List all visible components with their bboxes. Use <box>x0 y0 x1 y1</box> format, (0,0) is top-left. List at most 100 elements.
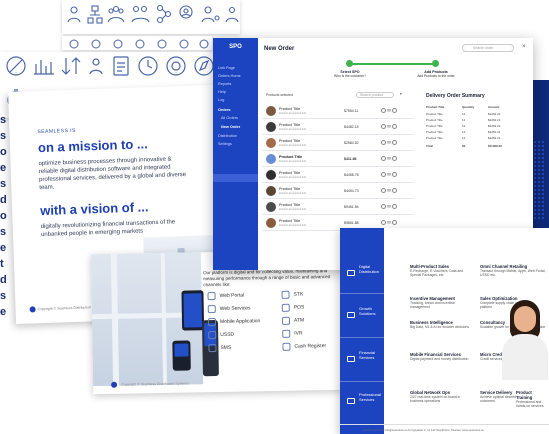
compass-icon <box>194 56 214 76</box>
handshake-icon <box>131 5 150 23</box>
sidebar-item-orders[interactable]: Orders <box>218 108 230 112</box>
sidebar-active-highlight <box>213 174 258 182</box>
quantity-stepper[interactable]: 00 <box>380 156 398 161</box>
channel-ivr: IVR <box>282 329 303 338</box>
user-gear-icon <box>201 6 220 23</box>
product-thumbnail <box>266 218 276 228</box>
feature-phone <box>172 340 191 371</box>
table-row[interactable]: Product Title Product description info $44… <box>262 167 414 183</box>
summary-title: Delivery Order Summary <box>426 93 485 99</box>
mission-body: optimize business processes through inno… <box>38 156 187 192</box>
people-icons-row <box>67 4 239 24</box>
icon-grid-middle <box>62 36 212 50</box>
service-cell: Omni Channel Retailing Transact through M… <box>480 264 546 278</box>
icon-grid-top <box>62 0 240 34</box>
person-photo <box>496 296 549 380</box>
pos-icon <box>281 303 290 312</box>
vision-heading: with a vision of ... <box>39 199 149 219</box>
product-thumbnail <box>266 186 276 196</box>
channel-web-services: Web Services <box>207 304 251 314</box>
collage-stage: 31 s s o e s d o s e t d s e SEAMLESS IS… <box>0 0 549 434</box>
footer-logo-icon <box>29 306 36 313</box>
services-footer: +46 8 5 xxx xx 77 info@seamless.se Kungs… <box>340 424 549 434</box>
category-professional-services: Professional Services <box>340 382 384 422</box>
quantity-stepper[interactable]: 00 <box>380 204 398 209</box>
table-row[interactable]: Product Title Product description info $44… <box>262 183 414 199</box>
table-row[interactable]: Product Title Product description info $41… <box>262 151 414 167</box>
quantity-stepper[interactable]: 00 <box>380 108 398 113</box>
filter-icon[interactable]: ▾ <box>400 92 402 96</box>
channel-ussd: USSD <box>208 331 234 340</box>
channel-mobile-app: Mobile Application <box>207 317 260 327</box>
mobile-icon <box>207 318 217 327</box>
mission-heading: on a mission to ... <box>37 136 148 156</box>
table-row[interactable]: Product Title Product description info $25… <box>262 135 414 151</box>
org-chart-icon <box>87 5 103 24</box>
service-cell: Multi-Product Sales E-Recharge, E-Voucher… <box>410 264 464 278</box>
bar-chart-icon <box>34 60 54 75</box>
user-chart-icon <box>89 58 103 75</box>
channel-stk: STK <box>281 290 303 299</box>
service-cell: Product Training Professional and hands-o… <box>516 390 544 409</box>
mission-brand: SEAMLESS IS <box>37 127 77 136</box>
channel-cash-register: Cash Register <box>282 342 326 351</box>
channel-pos: POS <box>281 303 305 312</box>
distribution-icon <box>347 270 355 276</box>
step-active-icon[interactable] <box>432 60 439 67</box>
category-financial-services: Financial Services <box>340 338 384 382</box>
quantity-stepper[interactable]: 00 <box>380 172 398 177</box>
table-row[interactable]: Product Title Product description info $44… <box>262 119 414 135</box>
letter: t <box>0 258 4 270</box>
channel-sms: SMS <box>208 344 231 353</box>
no-entry-icon <box>6 56 26 76</box>
sidebar-item[interactable]: Help <box>218 90 226 94</box>
category-growth-solutions: Growth Solutions <box>340 294 384 338</box>
step-select-spo: Select SPO Who is the customer? <box>334 70 366 78</box>
quantity-stepper[interactable]: 00 <box>380 124 398 129</box>
service-cell: Global Network Ops 24/7 real-time system … <box>410 390 461 404</box>
sidebar-item[interactable]: Settings <box>218 142 232 146</box>
product-thumbnail <box>266 170 276 180</box>
order-summary: Delivery Order Summary Product Title Quan… <box>426 93 530 148</box>
professional-icon <box>347 398 355 404</box>
service-cell: Business Intelligence Big Data, ML & AI f… <box>410 320 470 329</box>
map-road <box>160 252 168 385</box>
letter: e <box>0 306 7 318</box>
table-row[interactable]: Product Title Product description info $94… <box>262 199 414 215</box>
quantity-stepper[interactable]: 00 <box>380 188 398 193</box>
product-search-input[interactable]: Search product <box>356 92 394 98</box>
letter: d <box>0 274 7 286</box>
table-row[interactable]: Product Title Product description info $75… <box>262 103 414 119</box>
growth-icon <box>347 312 355 318</box>
product-thumbnail <box>266 154 276 164</box>
quantity-stepper[interactable]: 00 <box>380 140 398 145</box>
sidebar-item[interactable]: Log <box>218 98 224 102</box>
sidebar-item[interactable]: Orders Home <box>218 74 241 78</box>
sidebar-item[interactable]: Reports <box>218 82 231 86</box>
step-done-icon[interactable] <box>346 60 353 67</box>
monitor-icon <box>207 292 216 301</box>
sidebar-item[interactable]: Distribution <box>218 134 237 138</box>
channel-web-portal: Web Portal <box>207 292 244 301</box>
sort-icon <box>61 57 81 75</box>
stepper-line <box>348 63 436 65</box>
letter: s <box>0 290 7 302</box>
channel-atm: ATM <box>281 316 304 325</box>
service-cell: Incentive Management Tracking, bonus and … <box>410 296 455 310</box>
phone-device <box>181 290 205 331</box>
product-thumbnail <box>266 138 276 148</box>
sidebar-item[interactable]: Link Page <box>218 66 235 70</box>
quantity-stepper[interactable]: 00 <box>380 220 398 225</box>
app-logo: SPO <box>229 44 242 50</box>
ussd-icon <box>208 331 217 340</box>
ivr-icon <box>282 329 291 338</box>
page-title: New Order <box>264 46 295 52</box>
close-icon[interactable]: × <box>522 44 526 50</box>
category-digital-distribution: Digital Distribution <box>340 254 384 294</box>
team-icon <box>107 5 125 23</box>
sidebar-item-new-order[interactable]: New Order <box>221 125 240 129</box>
group-link-icon <box>156 4 172 24</box>
search-input[interactable]: Search order <box>462 44 514 52</box>
document-icon <box>113 56 129 76</box>
sidebar-item-all-orders[interactable]: All Orders <box>221 116 238 120</box>
